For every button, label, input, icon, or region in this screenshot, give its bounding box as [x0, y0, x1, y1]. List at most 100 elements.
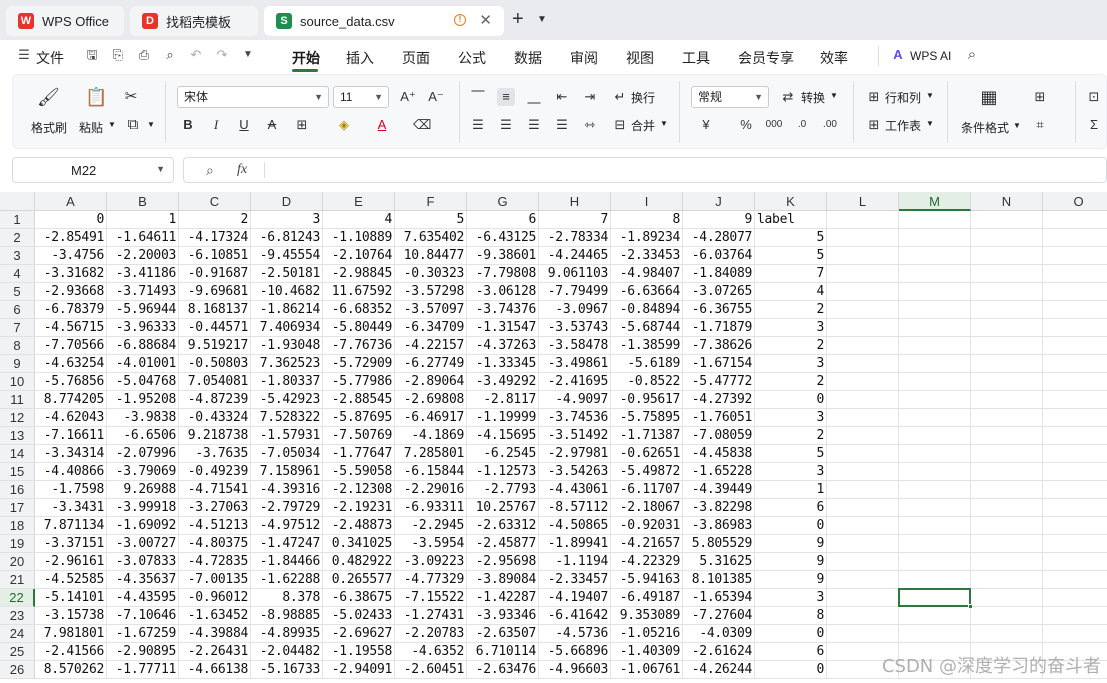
cell-c14[interactable]: -3.7635	[179, 445, 251, 463]
name-box[interactable]: M22 ▼	[12, 157, 174, 183]
cell-l4[interactable]	[827, 265, 899, 283]
align-center-icon[interactable]: ☰	[497, 116, 515, 134]
cell-o4[interactable]	[1043, 265, 1107, 283]
cell-j16[interactable]: -4.39449	[683, 481, 755, 499]
menu-file[interactable]: 文件	[36, 48, 64, 68]
tab-list-chevron-icon[interactable]: ▼	[537, 14, 547, 25]
zoom-formula-icon[interactable]: ⌕	[206, 162, 214, 179]
cell-b6[interactable]: -5.96944	[107, 301, 179, 319]
cell-a4[interactable]: -3.31682	[35, 265, 107, 283]
row-header-11[interactable]: 11	[0, 391, 35, 409]
cell-g14[interactable]: -6.2545	[467, 445, 539, 463]
cell-o14[interactable]	[1043, 445, 1107, 463]
cell-d21[interactable]: -1.62288	[251, 571, 323, 589]
cell-j26[interactable]: -4.26244	[683, 661, 755, 679]
cell-f8[interactable]: -4.22157	[395, 337, 467, 355]
cell-n11[interactable]	[971, 391, 1043, 409]
cell-a13[interactable]: -7.16611	[35, 427, 107, 445]
cell-h26[interactable]: -4.96603	[539, 661, 611, 679]
cell-c24[interactable]: -4.39884	[179, 625, 251, 643]
cell-e5[interactable]: 11.67592	[323, 283, 395, 301]
number-format-select[interactable]: 常规 ▼	[691, 86, 769, 108]
cell-a18[interactable]: 7.871134	[35, 517, 107, 535]
cell-b9[interactable]: -4.01001	[107, 355, 179, 373]
cell-h5[interactable]: -7.79499	[539, 283, 611, 301]
cell-o7[interactable]	[1043, 319, 1107, 337]
cell-g25[interactable]: 6.710114	[467, 643, 539, 661]
cell-n12[interactable]	[971, 409, 1043, 427]
conditional-format-icon[interactable]: ▦	[979, 87, 999, 107]
justify-icon[interactable]: ☰	[553, 116, 571, 134]
cell-o19[interactable]	[1043, 535, 1107, 553]
cell-i22[interactable]: -6.49187	[611, 589, 683, 607]
cell-c10[interactable]: 7.054081	[179, 373, 251, 391]
row-header-22[interactable]: 22	[0, 589, 35, 607]
cell-m12[interactable]	[899, 409, 971, 427]
cell-b14[interactable]: -2.07996	[107, 445, 179, 463]
menu-efficiency[interactable]: 效率	[820, 48, 848, 68]
cell-m16[interactable]	[899, 481, 971, 499]
cell-n16[interactable]	[971, 481, 1043, 499]
cell-c4[interactable]: -0.91687	[179, 265, 251, 283]
cell-j15[interactable]: -1.65228	[683, 463, 755, 481]
cell-m18[interactable]	[899, 517, 971, 535]
freeze-icon[interactable]: ⌗	[1031, 116, 1049, 134]
cell-g16[interactable]: -2.7793	[467, 481, 539, 499]
font-name-select[interactable]: 宋体 ▼	[177, 86, 329, 108]
cell-b24[interactable]: -1.67259	[107, 625, 179, 643]
cell-i18[interactable]: -0.92031	[611, 517, 683, 535]
cell-k4[interactable]: 7	[755, 265, 827, 283]
cell-l3[interactable]	[827, 247, 899, 265]
cell-a20[interactable]: -2.96161	[35, 553, 107, 571]
cell-a8[interactable]: -7.70566	[35, 337, 107, 355]
row-header-16[interactable]: 16	[0, 481, 35, 499]
cell-k16[interactable]: 1	[755, 481, 827, 499]
cell-f12[interactable]: -6.46917	[395, 409, 467, 427]
cell-j12[interactable]: -1.76051	[683, 409, 755, 427]
increase-font-icon[interactable]: A⁺	[399, 88, 417, 106]
cell-f14[interactable]: 7.285801	[395, 445, 467, 463]
cell-m23[interactable]	[899, 607, 971, 625]
cell-g15[interactable]: -1.12573	[467, 463, 539, 481]
cell-o1[interactable]	[1043, 211, 1107, 229]
cell-f5[interactable]: -3.57298	[395, 283, 467, 301]
cell-n9[interactable]	[971, 355, 1043, 373]
cell-n17[interactable]	[971, 499, 1043, 517]
cell-m15[interactable]	[899, 463, 971, 481]
cell-n18[interactable]	[971, 517, 1043, 535]
redo-icon[interactable]: ↷	[214, 47, 230, 63]
cell-l18[interactable]	[827, 517, 899, 535]
column-header-i[interactable]: I	[611, 192, 683, 211]
cell-f22[interactable]: -7.15522	[395, 589, 467, 607]
cell-o8[interactable]	[1043, 337, 1107, 355]
cell-f2[interactable]: 7.635402	[395, 229, 467, 247]
cell-e2[interactable]: -1.10889	[323, 229, 395, 247]
cell-o18[interactable]	[1043, 517, 1107, 535]
cell-d10[interactable]: -1.80337	[251, 373, 323, 391]
cell-e6[interactable]: -6.68352	[323, 301, 395, 319]
cell-c20[interactable]: -4.72835	[179, 553, 251, 571]
cell-n10[interactable]	[971, 373, 1043, 391]
cell-l9[interactable]	[827, 355, 899, 373]
cell-l16[interactable]	[827, 481, 899, 499]
cell-l1[interactable]	[827, 211, 899, 229]
cell-i1[interactable]: 8	[611, 211, 683, 229]
cell-l6[interactable]	[827, 301, 899, 319]
column-header-j[interactable]: J	[683, 192, 755, 211]
cell-a25[interactable]: -2.41566	[35, 643, 107, 661]
cell-d17[interactable]: -2.79729	[251, 499, 323, 517]
row-header-23[interactable]: 23	[0, 607, 35, 625]
cell-e17[interactable]: -2.19231	[323, 499, 395, 517]
cell-l13[interactable]	[827, 427, 899, 445]
cell-f1[interactable]: 5	[395, 211, 467, 229]
cell-o13[interactable]	[1043, 427, 1107, 445]
cell-j23[interactable]: -7.27604	[683, 607, 755, 625]
cell-style-icon[interactable]: ⊞	[1031, 88, 1049, 106]
format-painter-icon[interactable]: 🖌	[37, 87, 60, 107]
cell-f10[interactable]: -2.89064	[395, 373, 467, 391]
cell-m2[interactable]	[899, 229, 971, 247]
column-header-m[interactable]: M	[899, 192, 971, 211]
row-header-10[interactable]: 10	[0, 373, 35, 391]
cell-d16[interactable]: -4.39316	[251, 481, 323, 499]
cell-n7[interactable]	[971, 319, 1043, 337]
